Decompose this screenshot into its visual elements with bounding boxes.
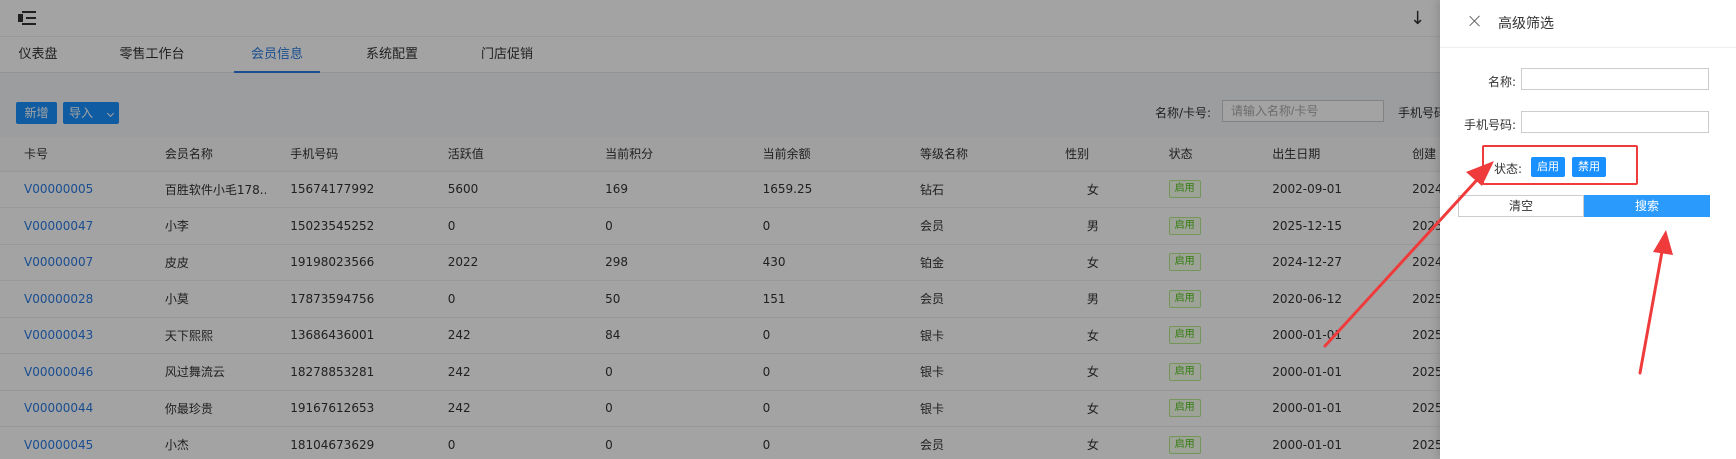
phone-field[interactable]	[1521, 111, 1709, 133]
status-disable-button[interactable]: 禁用	[1572, 157, 1606, 177]
modal-mask[interactable]	[0, 0, 1440, 459]
close-icon[interactable]	[1467, 13, 1483, 29]
status-label: 状态:	[1494, 162, 1523, 176]
name-label: 名称:	[1487, 75, 1516, 89]
drawer-header: 高级筛选	[1440, 0, 1736, 48]
advanced-filter-drawer: 高级筛选 名称: 手机号码: 状态: 启用 禁用 清空 搜索	[1440, 0, 1736, 459]
clear-button[interactable]: 清空	[1458, 195, 1584, 217]
status-enable-button[interactable]: 启用	[1531, 157, 1565, 177]
phone-label: 手机号码:	[1463, 118, 1516, 132]
name-field[interactable]	[1521, 68, 1709, 90]
drawer-title: 高级筛选	[1498, 16, 1554, 32]
search-button[interactable]: 搜索	[1584, 195, 1710, 217]
